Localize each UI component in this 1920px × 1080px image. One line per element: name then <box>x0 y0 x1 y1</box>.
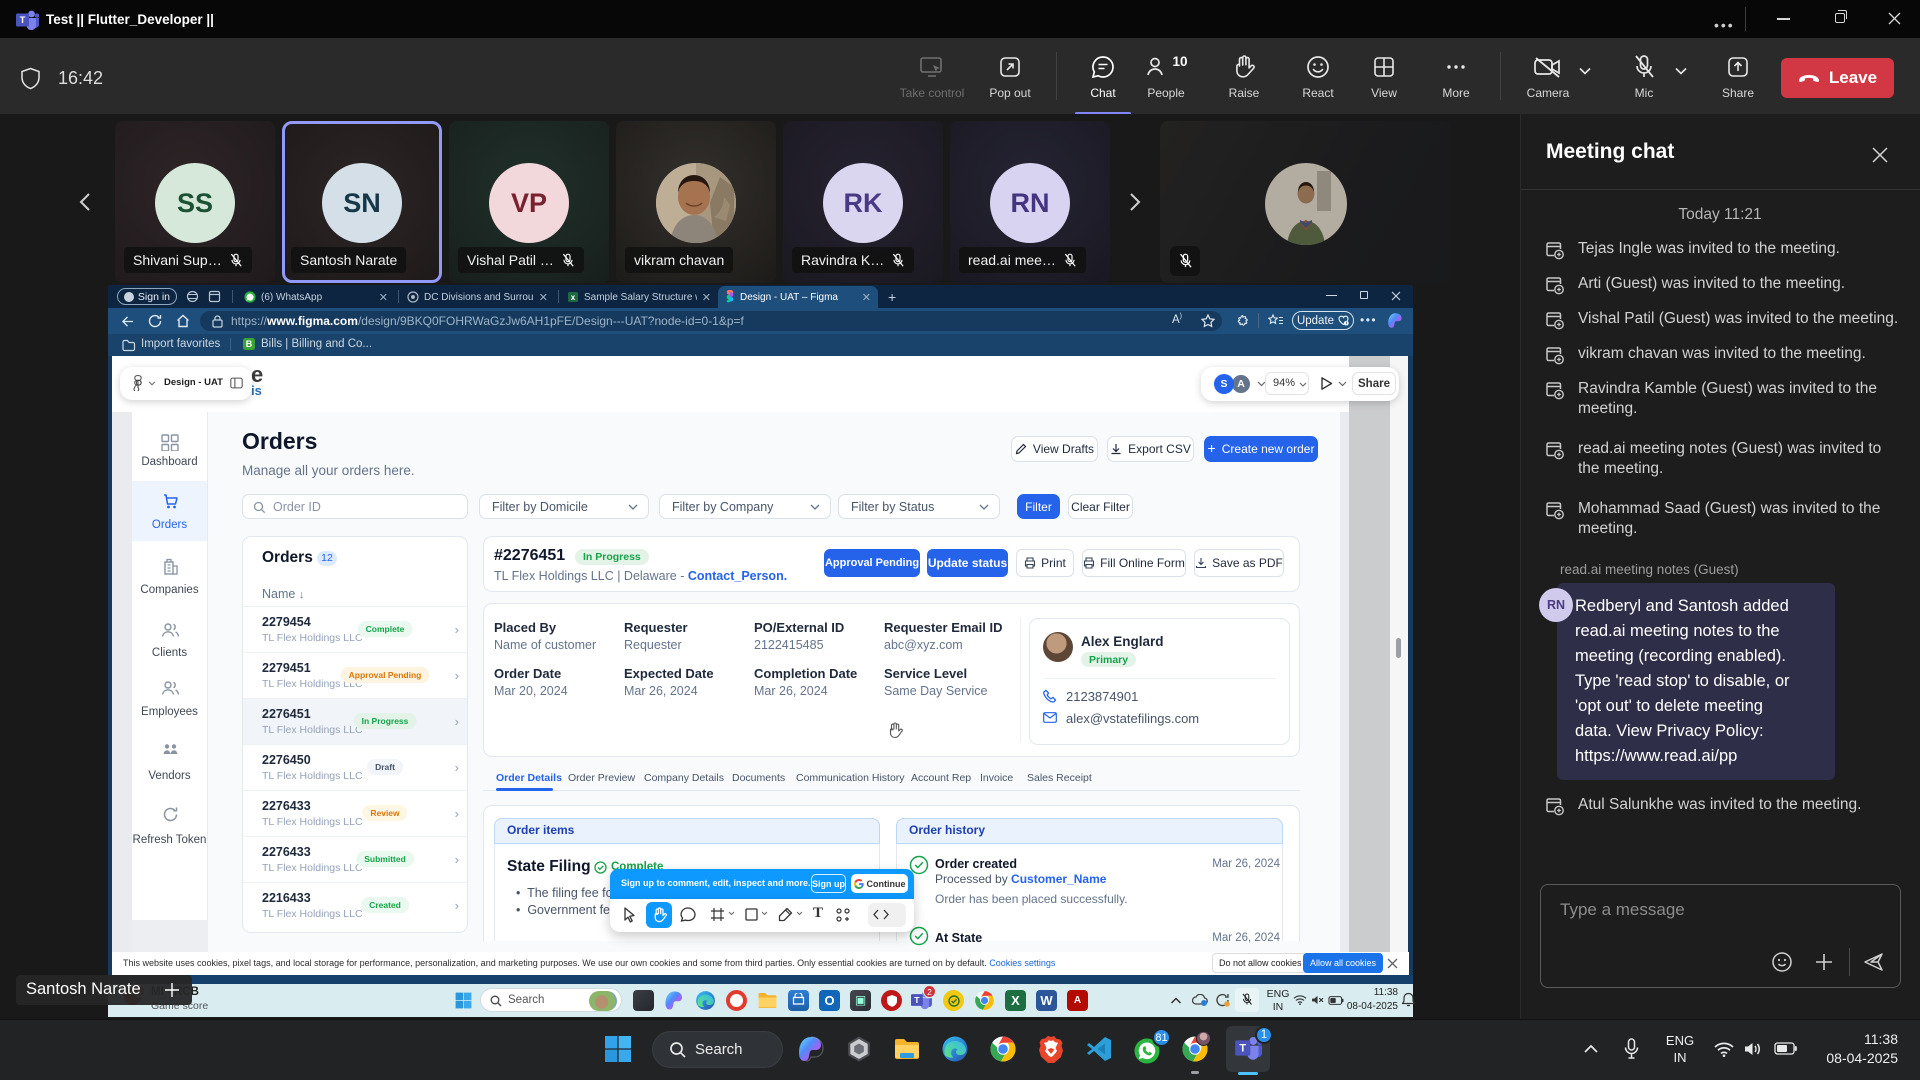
svg-text:x: x <box>571 293 576 302</box>
svg-text:T: T <box>914 995 920 1005</box>
svg-text:T: T <box>1239 1043 1246 1055</box>
svg-text:!: ! <box>1345 321 1347 326</box>
svg-text:T: T <box>20 15 26 26</box>
